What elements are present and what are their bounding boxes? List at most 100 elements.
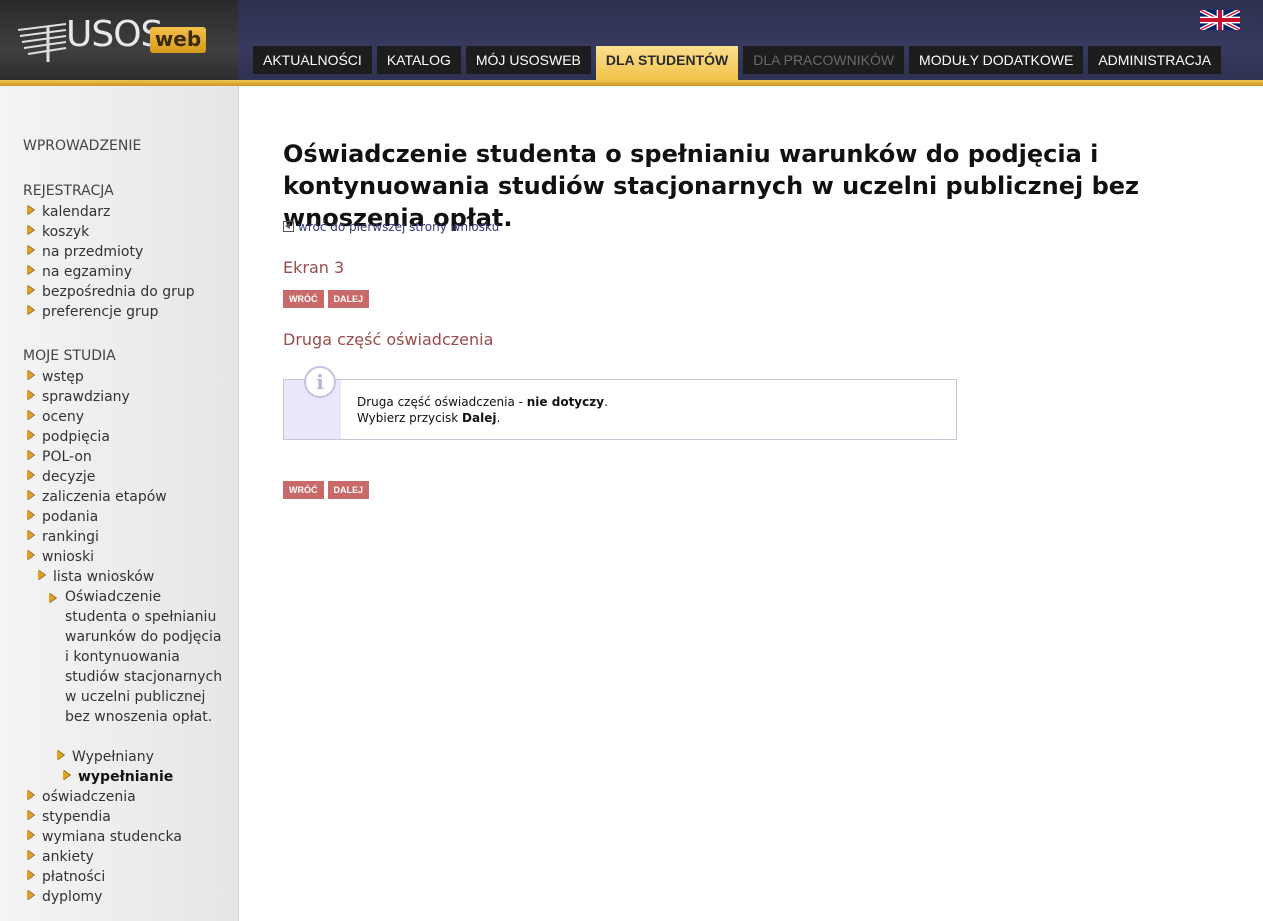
sidebar-item-oswiadczenia[interactable]: oświadczenia [27, 787, 136, 807]
bullet-arrow-icon [27, 850, 34, 860]
bullet-arrow-icon [27, 410, 34, 420]
button-row-top: WRÓĆ DALEJ [283, 290, 373, 308]
sidebar-item-label: podpięcia [42, 429, 110, 445]
sidebar-item-koszyk[interactable]: koszyk [27, 222, 89, 242]
back-button[interactable]: WRÓĆ [283, 481, 324, 499]
sidebar-item-rankingi[interactable]: rankingi [27, 527, 99, 547]
bullet-arrow-icon [27, 890, 34, 900]
bullet-arrow-icon [27, 205, 34, 215]
info-box: i Druga część oświadczenia - nie dotyczy… [283, 366, 957, 440]
bullet-arrow-icon [27, 285, 34, 295]
sidebar-item-podpiecia[interactable]: podpięcia [27, 427, 110, 447]
main-content: Oświadczenie studenta o spełnianiu warun… [283, 138, 1233, 499]
sidebar-section-registration[interactable]: REJESTRACJA [23, 183, 114, 199]
sidebar-section-my-studies[interactable]: MOJE STUDIA [23, 348, 116, 364]
sidebar-item-dyplomy[interactable]: dyplomy [27, 887, 102, 907]
sidebar-item-label: Wypełniany [72, 749, 154, 765]
sidebar-item-pol-on[interactable]: POL-on [27, 447, 92, 467]
info-line1-prefix: Druga część oświadczenia - [357, 395, 527, 409]
sidebar-item-lista-wnioskow[interactable]: lista wniosków [38, 567, 154, 587]
back-to-first-page-link[interactable]: wróć do pierwszej strony wniosku [283, 220, 499, 234]
bullet-arrow-icon [27, 245, 34, 255]
info-line1-bold: nie dotyczy [526, 395, 605, 409]
usosweb-logo[interactable]: USOS web [0, 0, 238, 84]
sidebar-item-oceny[interactable]: oceny [27, 407, 84, 427]
section-heading: Druga część oświadczenia [283, 330, 494, 349]
bullet-arrow-icon [27, 830, 34, 840]
sidebar-item-platnosci[interactable]: płatności [27, 867, 105, 887]
back-button[interactable]: WRÓĆ [283, 290, 324, 308]
bullet-arrow-icon [27, 530, 34, 540]
bullet-arrow-icon [27, 265, 34, 275]
screen-label: Ekran 3 [283, 258, 345, 277]
sidebar-item-label: decyzje [42, 469, 96, 485]
sidebar: WPROWADZENIE REJESTRACJA kalendarz koszy… [0, 86, 239, 921]
sidebar-item-kalendarz[interactable]: kalendarz [27, 202, 110, 222]
sidebar-item-bezposrednia[interactable]: bezpośrednia do grup [27, 282, 195, 302]
bullet-arrow-icon [27, 305, 34, 315]
sidebar-item-na-egzaminy[interactable]: na egzaminy [27, 262, 132, 282]
sidebar-item-wstep[interactable]: wstęp [27, 367, 84, 387]
sidebar-item-label: sprawdziany [42, 389, 130, 405]
bullet-arrow-icon [27, 370, 34, 380]
logo-text: USOS [66, 14, 163, 55]
sidebar-item-wypelniany[interactable]: Wypełniany [57, 747, 154, 767]
bullet-arrow-icon [27, 510, 34, 520]
bullet-arrow-icon [27, 490, 34, 500]
sidebar-item-label: POL-on [42, 449, 92, 465]
sidebar-item-podania[interactable]: podania [27, 507, 98, 527]
logo-lines-icon [18, 23, 67, 62]
main-nav: AKTUALNOŚCI KATALOG MÓJ USOSWEB DLA STUD… [253, 46, 1226, 80]
sidebar-item-label: wymiana studencka [42, 829, 182, 845]
sidebar-item-label: kalendarz [42, 204, 111, 220]
sidebar-item-decyzje[interactable]: decyzje [27, 467, 95, 487]
sidebar-item-stypendia[interactable]: stypendia [27, 807, 111, 827]
tab-katalog[interactable]: KATALOG [376, 46, 461, 74]
header: USOS web AKTUALNOŚCI KATALOG MÓJ USOSWEB… [0, 0, 1263, 84]
sidebar-item-na-przedmioty[interactable]: na przedmioty [27, 242, 143, 262]
tab-dla-pracownikow: DLA PRACOWNIKÓW [743, 46, 905, 74]
sidebar-item-wypelnianie[interactable]: wypełnianie [63, 767, 173, 787]
tab-aktualnosci[interactable]: AKTUALNOŚCI [253, 46, 372, 74]
tab-moj-usosweb[interactable]: MÓJ USOSWEB [465, 46, 591, 74]
sidebar-item-wnioski[interactable]: wnioski [27, 547, 94, 567]
info-line1-suffix: . [604, 395, 608, 409]
tab-dla-studentow[interactable]: DLA STUDENTÓW [595, 46, 739, 80]
sidebar-item-label: rankingi [42, 529, 99, 545]
sidebar-item-zaliczenia[interactable]: zaliczenia etapów [27, 487, 167, 507]
sidebar-item-sprawdziany[interactable]: sprawdziany [27, 387, 130, 407]
info-line2-bold: Dalej [462, 411, 497, 425]
sidebar-item-label: zaliczenia etapów [42, 489, 167, 505]
sidebar-item-label: oświadczenia [42, 789, 136, 805]
sidebar-item-label: oceny [42, 409, 85, 425]
next-button[interactable]: DALEJ [327, 290, 370, 308]
bullet-arrow-icon [27, 450, 34, 460]
sidebar-item-label: preferencje grup [42, 304, 159, 320]
sidebar-item-label: ankiety [42, 849, 94, 865]
sidebar-item-ankiety[interactable]: ankiety [27, 847, 94, 867]
sidebar-item-label: na przedmioty [42, 244, 144, 260]
bullet-arrow-icon [27, 790, 34, 800]
button-row-bottom: WRÓĆ DALEJ [283, 481, 373, 499]
next-button[interactable]: DALEJ [327, 481, 370, 499]
uk-flag-icon[interactable] [1200, 10, 1240, 30]
info-line2-prefix: Wybierz przycisk [357, 411, 463, 425]
bullet-arrow-icon [27, 810, 34, 820]
sidebar-item-label: stypendia [42, 809, 111, 825]
tab-moduly-dodatkowe[interactable]: MODUŁY DODATKOWE [909, 46, 1084, 74]
sidebar-item-oswiadczenie[interactable]: Oświadczenie studenta o spełnianiu warun… [49, 587, 234, 747]
bullet-arrow-icon [27, 390, 34, 400]
sidebar-item-preferencje[interactable]: preferencje grup [27, 302, 158, 322]
sidebar-item-label: wypełnianie [78, 769, 174, 785]
sidebar-item-label: podania [42, 509, 99, 525]
back-link-label: wróć do pierwszej strony wniosku [298, 220, 500, 234]
tab-administracja[interactable]: ADMINISTRACJA [1088, 46, 1222, 74]
sidebar-item-label: wnioski [42, 549, 95, 565]
back-arrow-icon [283, 221, 294, 232]
info-text: Druga część oświadczenia - nie dotyczy. … [357, 394, 608, 426]
sidebar-intro[interactable]: WPROWADZENIE [23, 138, 141, 154]
sidebar-item-wymiana[interactable]: wymiana studencka [27, 827, 182, 847]
sidebar-item-label: koszyk [42, 224, 90, 240]
bullet-arrow-icon [49, 593, 56, 603]
info-line2-suffix: . [496, 411, 501, 425]
